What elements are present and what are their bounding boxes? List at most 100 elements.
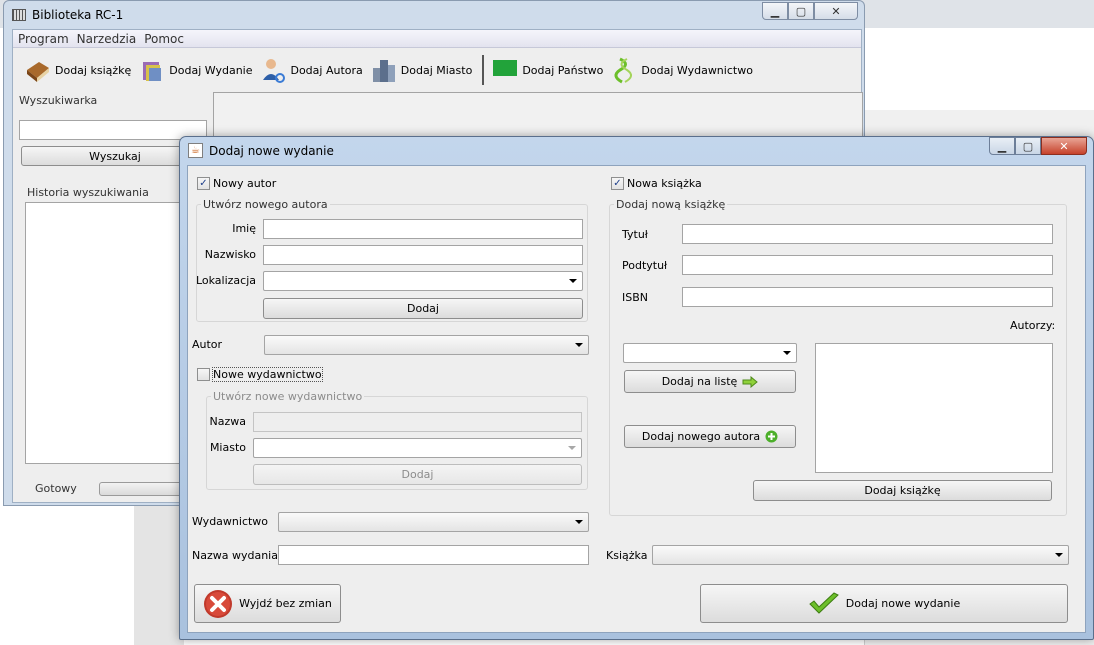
close-button[interactable]: ✕ (814, 2, 858, 20)
authors-list-label: Autorzy: (1010, 319, 1056, 332)
edition-name-label: Nazwa wydania (192, 549, 278, 562)
toolbar-add-publisher-label: Dodaj Wydawnictwo (641, 63, 753, 77)
add-publisher-button[interactable]: Dodaj (253, 464, 582, 485)
publisher-name-label: Nazwa (209, 415, 246, 428)
book-select-label: Książka (606, 549, 648, 562)
chevron-down-icon (1055, 553, 1063, 557)
new-book-checkbox[interactable]: ✓ (611, 177, 624, 190)
toolbar-add-city[interactable]: Dodaj Miasto (371, 53, 473, 87)
isbn-input[interactable] (682, 287, 1053, 307)
add-edition-dialog: ☕ Dodaj nowe wydanie ▁ ▢ ✕ ✓ Nowy autor … (179, 136, 1094, 640)
minimize-button[interactable]: ▁ (762, 2, 788, 20)
toolbar-add-country-label: Dodaj Państwo (522, 63, 604, 77)
toolbar-add-author-label: Dodaj Autora (290, 63, 363, 77)
java-icon: ☕ (188, 143, 203, 158)
add-new-author-label: Dodaj nowego autora (641, 430, 761, 443)
chevron-down-icon (575, 520, 583, 524)
isbn-label: ISBN (622, 291, 649, 304)
chevron-down-icon (575, 343, 583, 347)
main-window-controls: ▁ ▢ ✕ (762, 2, 858, 20)
main-window-title: Biblioteka RC-1 (32, 8, 124, 22)
author-select-label: Autor (192, 338, 223, 351)
maximize-button[interactable]: ▢ (788, 2, 814, 20)
book-icon (27, 62, 49, 82)
book-title-input[interactable] (682, 224, 1053, 244)
dialog-controls: ▁ ▢ ✕ (989, 137, 1087, 155)
add-new-edition-button[interactable]: Dodaj nowe wydanie (700, 584, 1068, 623)
location-combobox[interactable] (263, 271, 583, 291)
toolbar-add-publisher[interactable]: Dodaj Wydawnictwo (611, 53, 753, 87)
add-new-edition-label: Dodaj nowe wydanie (845, 597, 961, 610)
toolbar: Dodaj książkę Dodaj Wydanie Dodaj Autora (13, 50, 861, 90)
dialog-title: Dodaj nowe wydanie (209, 143, 334, 158)
publisher-city-combobox[interactable] (253, 438, 582, 458)
first-name-label: Imię (232, 222, 256, 235)
status-text: Gotowy (35, 482, 77, 495)
new-author-group-title: Utwórz nowego autora (201, 198, 330, 211)
first-name-input[interactable] (263, 219, 583, 239)
book-title-label: Tytuł (622, 228, 648, 241)
book-subtitle-input[interactable] (682, 255, 1053, 275)
add-to-list-button[interactable]: Dodaj na listę (624, 370, 796, 393)
exit-without-changes-label: Wyjdź bez zmian (239, 597, 332, 610)
library-app-icon (12, 9, 26, 21)
menu-program[interactable]: Program (18, 32, 69, 46)
arrow-right-icon (742, 375, 759, 388)
chevron-down-icon (783, 351, 791, 355)
background-window (864, 28, 1094, 110)
book-author-combobox[interactable] (623, 343, 797, 363)
menu-bar: Program Narzedzia Pomoc (13, 30, 861, 48)
author-combobox[interactable] (264, 335, 589, 355)
book-subtitle-label: Podtytuł (622, 259, 668, 272)
authors-listbox[interactable] (815, 343, 1053, 473)
toolbar-add-author[interactable]: Dodaj Autora (260, 53, 363, 87)
city-icon (372, 60, 395, 82)
menu-pomoc[interactable]: Pomoc (144, 32, 184, 46)
publisher-city-label: Miasto (209, 441, 246, 454)
toolbar-add-book-label: Dodaj książkę (55, 63, 132, 77)
book-combobox[interactable] (652, 545, 1069, 565)
publisher-select-label: Wydawnictwo (192, 515, 269, 528)
toolbar-add-edition[interactable]: Dodaj Wydanie (139, 53, 252, 87)
background-window-panel (134, 505, 184, 645)
last-name-label: Nazwisko (204, 248, 256, 261)
checkmark-icon (809, 591, 839, 614)
toolbar-add-city-label: Dodaj Miasto (400, 63, 473, 77)
exit-without-changes-button[interactable]: Wyjdź bez zmian (194, 584, 341, 623)
add-to-list-label: Dodaj na listę (661, 375, 738, 388)
chevron-down-icon (569, 279, 577, 283)
dialog-minimize-button[interactable]: ▁ (989, 137, 1015, 155)
add-author-button[interactable]: Dodaj (263, 298, 583, 319)
new-author-checkbox[interactable]: ✓ (197, 177, 210, 190)
edition-icon (143, 62, 162, 81)
new-publisher-checkbox-label: Nowe wydawnictwo (212, 367, 323, 382)
plus-circle-icon (765, 430, 778, 443)
dialog-titlebar: ☕ Dodaj nowe wydanie (188, 143, 334, 158)
publisher-combobox[interactable] (278, 512, 589, 532)
edition-name-input[interactable] (278, 545, 589, 565)
last-name-input[interactable] (263, 245, 583, 265)
search-input[interactable] (19, 120, 207, 140)
status-progress-bar (99, 482, 189, 496)
new-publisher-group-title: Utwórz nowe wydawnictwo (211, 390, 365, 403)
menu-narzedzia[interactable]: Narzedzia (77, 32, 137, 46)
new-author-checkbox-label: Nowy autor (213, 177, 277, 190)
chevron-down-icon (568, 446, 576, 450)
publisher-name-input[interactable] (253, 412, 582, 432)
toolbar-separator (482, 55, 485, 85)
location-label: Lokalizacja (195, 274, 256, 287)
toolbar-add-book[interactable]: Dodaj książkę (25, 53, 131, 87)
toolbar-add-edition-label: Dodaj Wydanie (169, 63, 253, 77)
add-new-author-button[interactable]: Dodaj nowego autora (624, 425, 796, 448)
dialog-close-button[interactable]: ✕ (1041, 137, 1087, 155)
new-book-checkbox-label: Nowa książka (627, 177, 702, 190)
toolbar-add-country[interactable]: Dodaj Państwo (492, 53, 603, 87)
new-publisher-checkbox[interactable] (197, 368, 210, 381)
flag-icon (493, 60, 518, 76)
add-book-button[interactable]: Dodaj książkę (753, 480, 1052, 501)
dialog-maximize-button[interactable]: ▢ (1015, 137, 1041, 155)
author-icon (263, 59, 286, 83)
history-group-title: Historia wyszukiwania (27, 186, 149, 199)
publisher-icon (614, 57, 633, 84)
main-content-panel (213, 92, 863, 142)
